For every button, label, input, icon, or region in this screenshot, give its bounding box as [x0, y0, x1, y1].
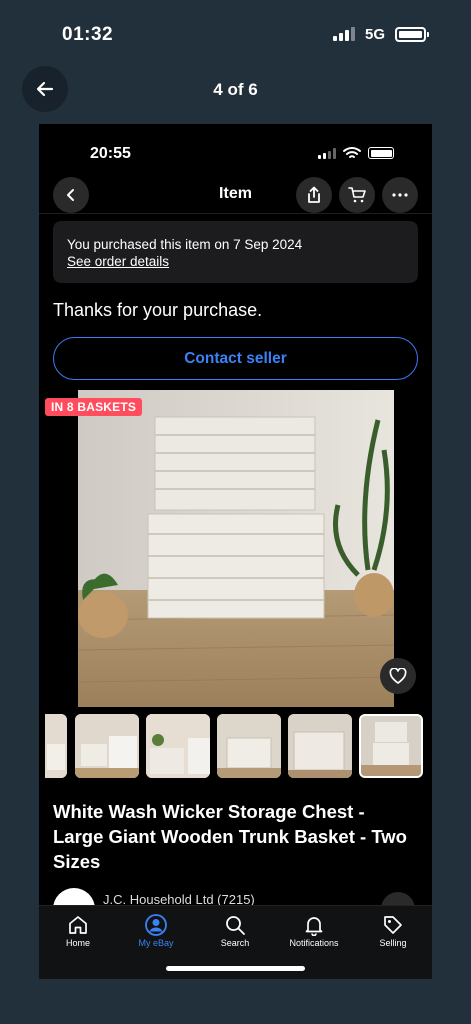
home-icon [69, 916, 87, 934]
tab-search[interactable]: Search [196, 912, 274, 948]
tab-selling-label: Selling [379, 938, 407, 948]
wifi-icon [343, 147, 361, 158]
thumbnail-5[interactable] [288, 714, 352, 778]
page-counter: 4 of 6 [213, 80, 258, 99]
cart-button[interactable] [339, 177, 375, 213]
phone-battery-icon [368, 147, 394, 159]
search-icon [226, 916, 245, 935]
tab-notifications-label: Notifications [289, 938, 339, 948]
tab-search-label: Search [220, 938, 250, 948]
tab-home[interactable]: Home [39, 912, 117, 948]
battery-icon [395, 27, 429, 42]
network-type: 5G [365, 26, 386, 43]
thumbnail-1[interactable] [45, 714, 67, 778]
watch-button[interactable] [380, 658, 416, 694]
phone-signal-icon [318, 148, 336, 159]
home-indicator [166, 966, 305, 971]
thumbnail-3[interactable] [146, 714, 210, 778]
tab-selling[interactable]: Selling [354, 912, 432, 948]
share-button[interactable] [296, 177, 332, 213]
user-icon [145, 914, 167, 936]
phone-clock: 20:55 [90, 145, 131, 162]
product-photo [78, 390, 394, 707]
thumbnail-4[interactable] [217, 714, 281, 778]
purchase-notice: You purchased this item on 7 Sep 2024 Se… [53, 221, 418, 283]
thumbnail-2[interactable] [75, 714, 139, 778]
thumbnail-strip [39, 714, 432, 780]
more-icon [392, 193, 408, 197]
contact-seller-button[interactable]: Contact seller [53, 337, 418, 380]
main-image-carousel[interactable]: IN 8 BASKETS [39, 390, 432, 707]
listing-title: White Wash Wicker Storage Chest - Large … [53, 801, 407, 872]
thanks-message: Thanks for your purchase. [53, 300, 263, 320]
order-details-link[interactable]: See order details [67, 253, 404, 270]
outer-status-bar: 01:32 5G [0, 0, 471, 68]
thumbnail-6-selected[interactable] [359, 714, 423, 778]
cart-icon [348, 187, 366, 203]
nav-divider [39, 213, 432, 214]
tab-my-ebay[interactable]: My eBay [117, 912, 195, 948]
heart-icon [389, 668, 407, 684]
basket-count-badge: IN 8 BASKETS [45, 398, 143, 416]
tag-icon [384, 916, 402, 934]
screenshot-content: 20:55 Item You purchased this item on 7 … [39, 124, 432, 979]
share-icon [308, 186, 320, 203]
tab-my-ebay-label: My eBay [138, 938, 174, 948]
more-options-button[interactable] [382, 177, 418, 213]
tab-home-label: Home [65, 938, 90, 948]
purchase-notice-text: You purchased this item on 7 Sep 2024 [67, 237, 303, 252]
bell-icon [305, 917, 323, 936]
tab-notifications[interactable]: Notifications [275, 912, 353, 948]
outer-clock: 01:32 [62, 24, 114, 45]
cellular-signal-icon [333, 27, 355, 41]
